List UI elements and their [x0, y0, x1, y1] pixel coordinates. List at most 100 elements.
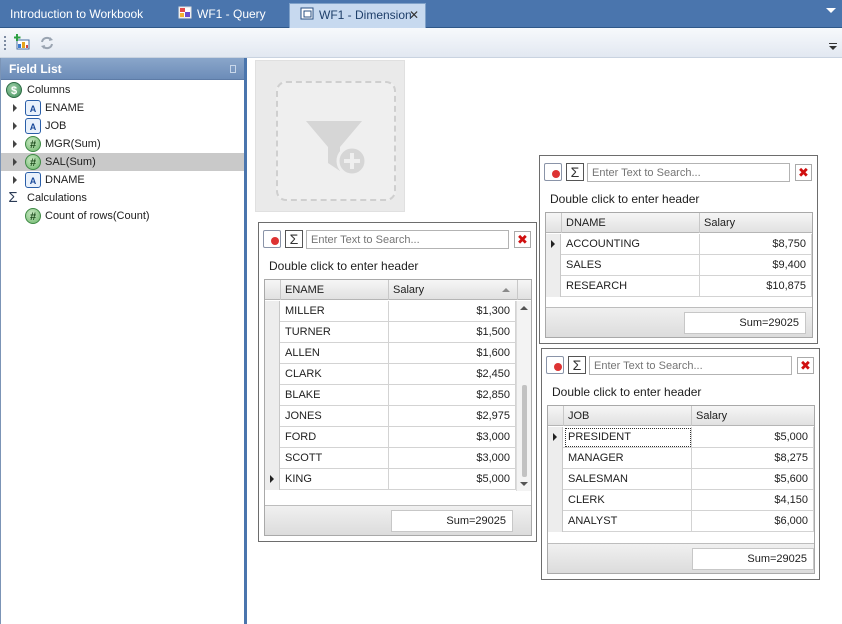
- dimension-cell[interactable]: PRESIDENT: [564, 427, 692, 448]
- salary-cell[interactable]: $1,500: [389, 322, 516, 343]
- salary-cell[interactable]: $10,875: [700, 276, 812, 297]
- expand-arrow-icon[interactable]: [13, 140, 17, 148]
- tab-introduction-to-workbook[interactable]: Introduction to Workbook: [0, 3, 168, 28]
- expand-arrow-icon[interactable]: [13, 176, 17, 184]
- data-grid[interactable]: JOB Salary PRESIDENT $5,000 MANAGER $8,275 S…: [547, 405, 815, 574]
- row-indicator[interactable]: [265, 406, 280, 427]
- dimension-cell[interactable]: ACCOUNTING: [562, 234, 700, 255]
- tab-wf1-query[interactable]: WF1 - Query: [168, 3, 288, 28]
- salary-cell[interactable]: $1,600: [389, 343, 516, 364]
- salary-cell[interactable]: $5,000: [389, 469, 516, 490]
- table-row[interactable]: KING $5,000: [265, 469, 531, 490]
- row-indicator[interactable]: [265, 427, 280, 448]
- salary-cell[interactable]: $2,975: [389, 406, 516, 427]
- row-indicator[interactable]: [548, 511, 563, 532]
- table-row[interactable]: ANALYST $6,000: [548, 511, 814, 532]
- vertical-scrollbar[interactable]: [516, 301, 531, 491]
- dimension-cell[interactable]: KING: [281, 469, 389, 490]
- table-row[interactable]: BLAKE $2,850: [265, 385, 531, 406]
- field-item-sal-sum[interactable]: # SAL(Sum): [1, 153, 244, 171]
- toolbar-grip[interactable]: [4, 36, 6, 50]
- tab-wf1-dimension[interactable]: WF1 - Dimension ✕: [289, 3, 426, 28]
- widget-settings-icon[interactable]: [263, 230, 281, 248]
- tab-list-dropdown-icon[interactable]: [826, 8, 836, 13]
- table-row[interactable]: MILLER $1,300: [265, 301, 531, 322]
- column-header-salary[interactable]: Salary: [700, 213, 812, 233]
- salary-cell[interactable]: $8,750: [700, 234, 812, 255]
- dimension-cell[interactable]: SALES: [562, 255, 700, 276]
- widget-header[interactable]: Double click to enter header: [552, 385, 701, 399]
- table-row[interactable]: SCOTT $3,000: [265, 448, 531, 469]
- data-grid[interactable]: DNAME Salary ACCOUNTING $8,750 SALES $9,400…: [545, 212, 813, 338]
- data-grid[interactable]: ENAME Salary MILLER $1,300 TURNER $1,500 ALL…: [264, 279, 532, 536]
- dimension-cell[interactable]: SALESMAN: [564, 469, 692, 490]
- row-indicator[interactable]: [265, 385, 280, 406]
- salary-cell[interactable]: $3,000: [389, 427, 516, 448]
- dimension-cell[interactable]: TURNER: [281, 322, 389, 343]
- table-row[interactable]: TURNER $1,500: [265, 322, 531, 343]
- salary-cell[interactable]: $8,275: [692, 448, 814, 469]
- widget-settings-icon[interactable]: [546, 356, 564, 374]
- field-item-count-of-rows[interactable]: # Count of rows(Count): [1, 207, 244, 225]
- table-row[interactable]: MANAGER $8,275: [548, 448, 814, 469]
- field-group-calculations[interactable]: Σ Calculations: [1, 189, 244, 207]
- field-item-job[interactable]: A JOB: [1, 117, 244, 135]
- widget-header[interactable]: Double click to enter header: [269, 259, 418, 273]
- table-row[interactable]: CLARK $2,450: [265, 364, 531, 385]
- sigma-icon[interactable]: Σ: [568, 356, 586, 374]
- column-header-dname[interactable]: DNAME: [562, 213, 700, 233]
- column-header-salary[interactable]: Salary: [389, 280, 518, 300]
- scroll-up-icon[interactable]: [520, 306, 528, 310]
- dimension-cell[interactable]: SCOTT: [281, 448, 389, 469]
- close-widget-icon[interactable]: ✖: [514, 231, 531, 248]
- row-indicator[interactable]: [548, 490, 563, 511]
- row-indicator[interactable]: [265, 343, 280, 364]
- widget-settings-icon[interactable]: [544, 163, 562, 181]
- sigma-icon[interactable]: Σ: [566, 163, 584, 181]
- field-item-dname[interactable]: A DNAME: [1, 171, 244, 189]
- field-item-mgr-sum[interactable]: # MGR(Sum): [1, 135, 244, 153]
- widget-header[interactable]: Double click to enter header: [550, 192, 699, 206]
- row-indicator[interactable]: [548, 469, 563, 490]
- table-row[interactable]: ACCOUNTING $8,750: [546, 234, 812, 255]
- salary-cell[interactable]: $5,600: [692, 469, 814, 490]
- dimension-cell[interactable]: JONES: [281, 406, 389, 427]
- dname-salary-widget[interactable]: Σ ✖ Double click to enter header DNAME S…: [539, 155, 818, 344]
- dimension-cell[interactable]: ALLEN: [281, 343, 389, 364]
- job-salary-widget[interactable]: Σ ✖ Double click to enter header JOB Sal…: [541, 348, 820, 580]
- sigma-icon[interactable]: Σ: [285, 230, 303, 248]
- filter-drop-target[interactable]: [276, 81, 396, 201]
- add-field-button[interactable]: [13, 34, 32, 52]
- dimension-cell[interactable]: MANAGER: [564, 448, 692, 469]
- close-tab-icon[interactable]: ✕: [409, 4, 419, 26]
- column-header-salary[interactable]: Salary: [692, 406, 814, 426]
- row-indicator[interactable]: [546, 234, 561, 255]
- row-indicator[interactable]: [546, 255, 561, 276]
- row-indicator[interactable]: [546, 276, 561, 297]
- row-indicator[interactable]: [265, 364, 280, 385]
- salary-cell[interactable]: $3,000: [389, 448, 516, 469]
- row-indicator[interactable]: [265, 469, 280, 490]
- refresh-button[interactable]: [38, 34, 56, 52]
- dimension-cell[interactable]: MILLER: [281, 301, 389, 322]
- row-indicator[interactable]: [548, 427, 563, 448]
- dimension-cell[interactable]: FORD: [281, 427, 389, 448]
- row-indicator[interactable]: [265, 322, 280, 343]
- column-header-job[interactable]: JOB: [564, 406, 692, 426]
- table-row[interactable]: ALLEN $1,600: [265, 343, 531, 364]
- close-widget-icon[interactable]: ✖: [795, 164, 812, 181]
- table-row[interactable]: SALES $9,400: [546, 255, 812, 276]
- field-item-ename[interactable]: A ENAME: [1, 99, 244, 117]
- row-indicator[interactable]: [265, 301, 280, 322]
- dimension-cell[interactable]: ANALYST: [564, 511, 692, 532]
- table-row[interactable]: SALESMAN $5,600: [548, 469, 814, 490]
- row-indicator[interactable]: [548, 448, 563, 469]
- expand-arrow-icon[interactable]: [13, 104, 17, 112]
- dimension-cell[interactable]: CLARK: [281, 364, 389, 385]
- dimension-cell[interactable]: BLAKE: [281, 385, 389, 406]
- filter-drop-zone[interactable]: [255, 60, 405, 212]
- table-row[interactable]: PRESIDENT $5,000: [548, 427, 814, 448]
- search-input[interactable]: [589, 356, 792, 375]
- dimension-cell[interactable]: RESEARCH: [562, 276, 700, 297]
- salary-cell[interactable]: $6,000: [692, 511, 814, 532]
